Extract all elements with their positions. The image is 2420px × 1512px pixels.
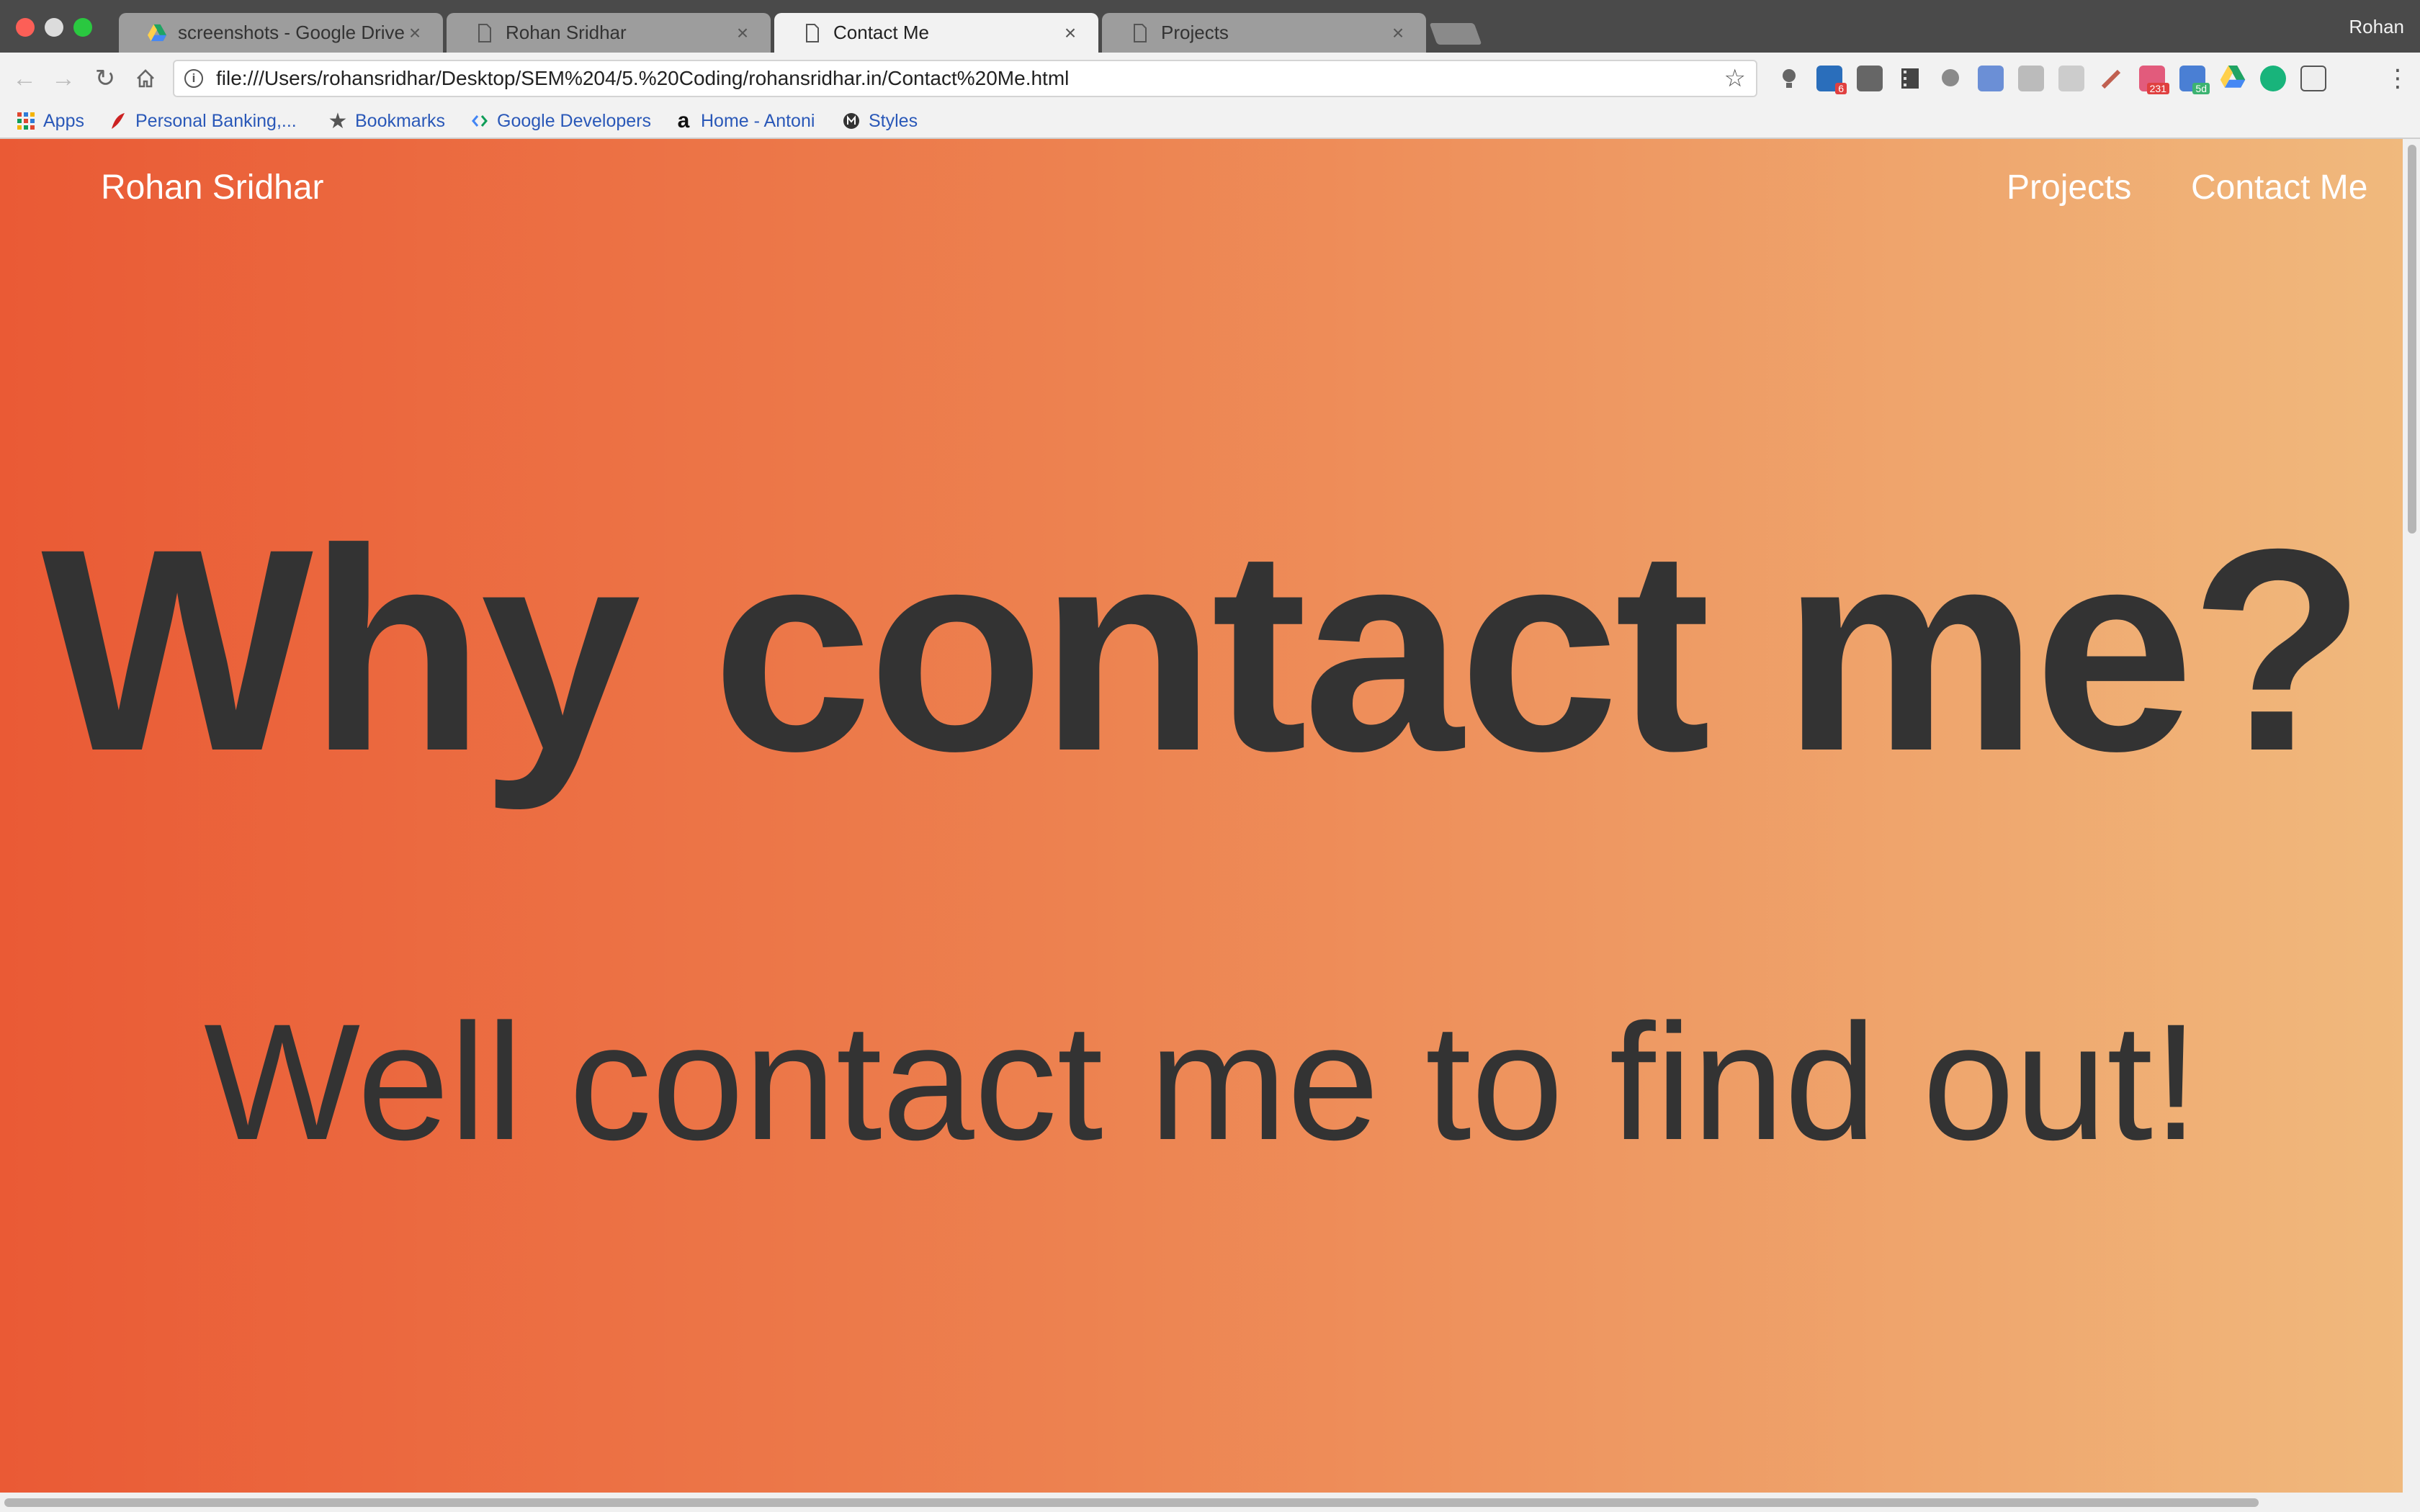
calendar-extension-icon[interactable]: 231	[2139, 66, 2169, 94]
google-drive-extension-icon[interactable]	[2220, 66, 2246, 91]
star-icon: ★	[328, 109, 348, 133]
camera-extension-icon[interactable]	[2058, 66, 2084, 91]
page-viewport: Rohan Sridhar Projects Contact Me Why co…	[0, 139, 2403, 1493]
antoni-icon: a	[677, 109, 690, 132]
tab-google-drive[interactable]: screenshots - Google Drive ×	[119, 13, 443, 53]
apps-grid-icon	[16, 111, 36, 131]
horizontal-scroll-thumb[interactable]	[4, 1498, 2259, 1507]
horizontal-scrollbar[interactable]	[0, 1493, 2420, 1512]
tab-rohan-sridhar[interactable]: Rohan Sridhar ×	[447, 13, 771, 53]
document-icon	[1131, 22, 1150, 44]
nav-link-contact-me[interactable]: Contact Me	[2191, 168, 2367, 207]
bookmark-label: Home - Antoni	[701, 110, 815, 131]
address-bar[interactable]: i file:///Users/rohansridhar/Desktop/SEM…	[173, 60, 1757, 97]
home-icon[interactable]	[130, 63, 161, 94]
lightbulb-extension-icon[interactable]	[1776, 66, 1802, 91]
window-minimize-button[interactable]	[45, 18, 63, 37]
bookmark-star-icon[interactable]: ☆	[1724, 64, 1746, 93]
linkedin-badge: 6	[1835, 83, 1847, 94]
tab-projects[interactable]: Projects ×	[1102, 13, 1426, 53]
bookmark-label: Styles	[869, 110, 918, 131]
google-developers-icon	[470, 111, 490, 131]
document-icon	[475, 22, 494, 44]
translate-extension-icon[interactable]	[1978, 66, 2004, 91]
reload-icon[interactable]: ↻	[89, 63, 121, 94]
window-maximize-button[interactable]	[73, 18, 92, 37]
profile-name[interactable]: Rohan	[2349, 16, 2404, 38]
tab-title: Contact Me	[833, 22, 929, 43]
styles-icon	[841, 111, 861, 131]
document-icon	[803, 22, 822, 44]
close-icon[interactable]: ×	[732, 22, 753, 45]
window-close-button[interactable]	[16, 18, 35, 37]
close-icon[interactable]: ×	[1387, 22, 1409, 45]
forward-icon[interactable]: →	[48, 63, 79, 94]
grammarly-extension-icon[interactable]	[2260, 66, 2286, 91]
nav-link-projects[interactable]: Projects	[2007, 168, 2131, 207]
bookmark-label: Personal Banking,...	[135, 110, 297, 131]
linkedin-extension-icon[interactable]: 6	[1816, 66, 1847, 94]
close-icon[interactable]: ×	[1059, 22, 1081, 45]
page-headline: Why contact me?	[41, 489, 2366, 811]
tab-title: screenshots - Google Drive	[178, 22, 404, 43]
chat-extension-icon[interactable]	[1937, 66, 1963, 91]
tab-title: Rohan Sridhar	[506, 22, 627, 43]
back-icon[interactable]: ←	[9, 63, 40, 94]
keep-extension-icon[interactable]	[1857, 66, 1883, 91]
page-subheadline: Well contact me to find out!	[204, 989, 2199, 1174]
bookmark-google-developers[interactable]: Google Developers	[470, 109, 651, 133]
new-tab-button[interactable]	[1429, 23, 1482, 45]
gmail-badge: 5d	[2192, 83, 2210, 94]
tool-extension-icon[interactable]	[2099, 66, 2125, 91]
gmail-extension-icon[interactable]: 5d	[2179, 66, 2210, 94]
tab-title: Projects	[1161, 22, 1229, 43]
browser-tab-strip: screenshots - Google Drive × Rohan Sridh…	[0, 0, 2420, 53]
bookmark-bookmarks[interactable]: ★ Bookmarks	[328, 109, 446, 133]
bank-icon	[108, 111, 128, 131]
vertical-scrollbar[interactable]	[2403, 139, 2420, 1493]
bookmark-label: Google Developers	[497, 110, 652, 131]
site-brand-link[interactable]: Rohan Sridhar	[101, 168, 324, 207]
info-icon[interactable]: i	[184, 69, 203, 88]
bookmark-label: Bookmarks	[355, 110, 446, 131]
close-icon[interactable]: ×	[404, 22, 426, 45]
bookmark-home-antoni[interactable]: a Home - Antoni	[673, 109, 815, 133]
tab-contact-me[interactable]: Contact Me ×	[774, 13, 1098, 53]
google-drive-icon	[148, 22, 166, 44]
bookmark-label: Apps	[43, 110, 84, 131]
font-extension-icon[interactable]	[2300, 66, 2326, 91]
browser-menu-icon[interactable]: ⋮	[2385, 64, 2410, 93]
calendar-badge: 231	[2146, 83, 2169, 94]
browser-toolbar: ← → ↻ i file:///Users/rohansridhar/Deskt…	[0, 53, 2420, 104]
vertical-scroll-thumb[interactable]	[2408, 145, 2416, 534]
film-extension-icon[interactable]	[1897, 66, 1923, 91]
bookmark-styles[interactable]: Styles	[841, 109, 918, 133]
url-text: file:///Users/rohansridhar/Desktop/SEM%2…	[216, 67, 1070, 89]
bookmark-personal-banking[interactable]: Personal Banking,...	[108, 109, 297, 133]
bookmark-apps[interactable]: Apps	[16, 109, 84, 133]
bookmarks-bar: Apps Personal Banking,... ★ Bookmarks Go…	[0, 104, 2420, 139]
card-extension-icon[interactable]	[2018, 66, 2044, 91]
